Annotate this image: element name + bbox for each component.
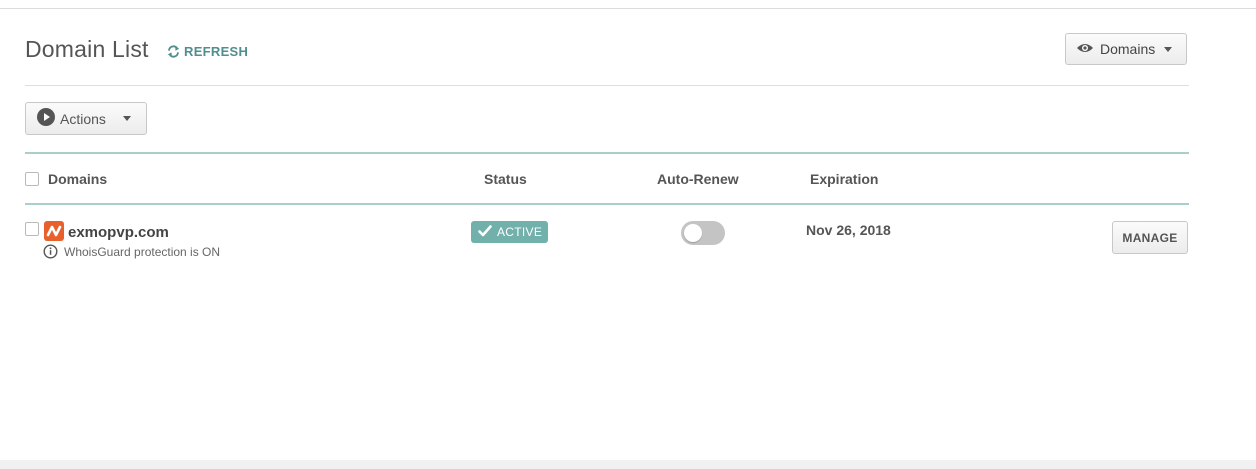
brand-logo-icon [44,221,64,241]
view-select-label: Domains [1100,41,1156,57]
domain-name-link[interactable]: exmopvp.com [68,224,169,241]
column-header-status[interactable]: Status [484,171,527,187]
eye-icon [1076,41,1094,57]
chevron-down-icon [122,116,131,121]
row-checkbox[interactable] [25,222,39,236]
manage-button[interactable]: MANAGE [1112,221,1188,254]
status-badge: ACTIVE [471,221,548,243]
whoisguard-status-text: WhoisGuard protection is ON [64,245,221,259]
refresh-label: REFRESH [184,44,249,59]
select-all-checkbox[interactable] [25,172,39,186]
column-header-auto-renew[interactable]: Auto-Renew [657,171,739,187]
actions-button[interactable]: Actions [25,102,147,135]
toggle-knob [684,224,702,242]
column-header-expiration[interactable]: Expiration [810,171,878,187]
info-icon [43,244,58,264]
play-icon [37,108,55,129]
top-divider [0,8,1256,9]
table-top-divider [25,152,1189,154]
refresh-link[interactable]: REFRESH [167,44,248,59]
table-header-divider [25,203,1189,205]
refresh-icon [167,45,180,58]
page-title: Domain List [25,36,149,62]
chevron-down-icon [1164,46,1173,52]
footer-strip [0,460,1256,469]
column-header-domains[interactable]: Domains [48,171,107,187]
actions-label: Actions [60,110,106,127]
expiration-date: Nov 26, 2018 [806,222,891,238]
auto-renew-toggle[interactable] [681,221,725,245]
view-select-button[interactable]: Domains [1065,33,1187,65]
header-divider [25,85,1189,86]
status-label: ACTIVE [497,225,543,239]
check-icon [478,224,492,240]
